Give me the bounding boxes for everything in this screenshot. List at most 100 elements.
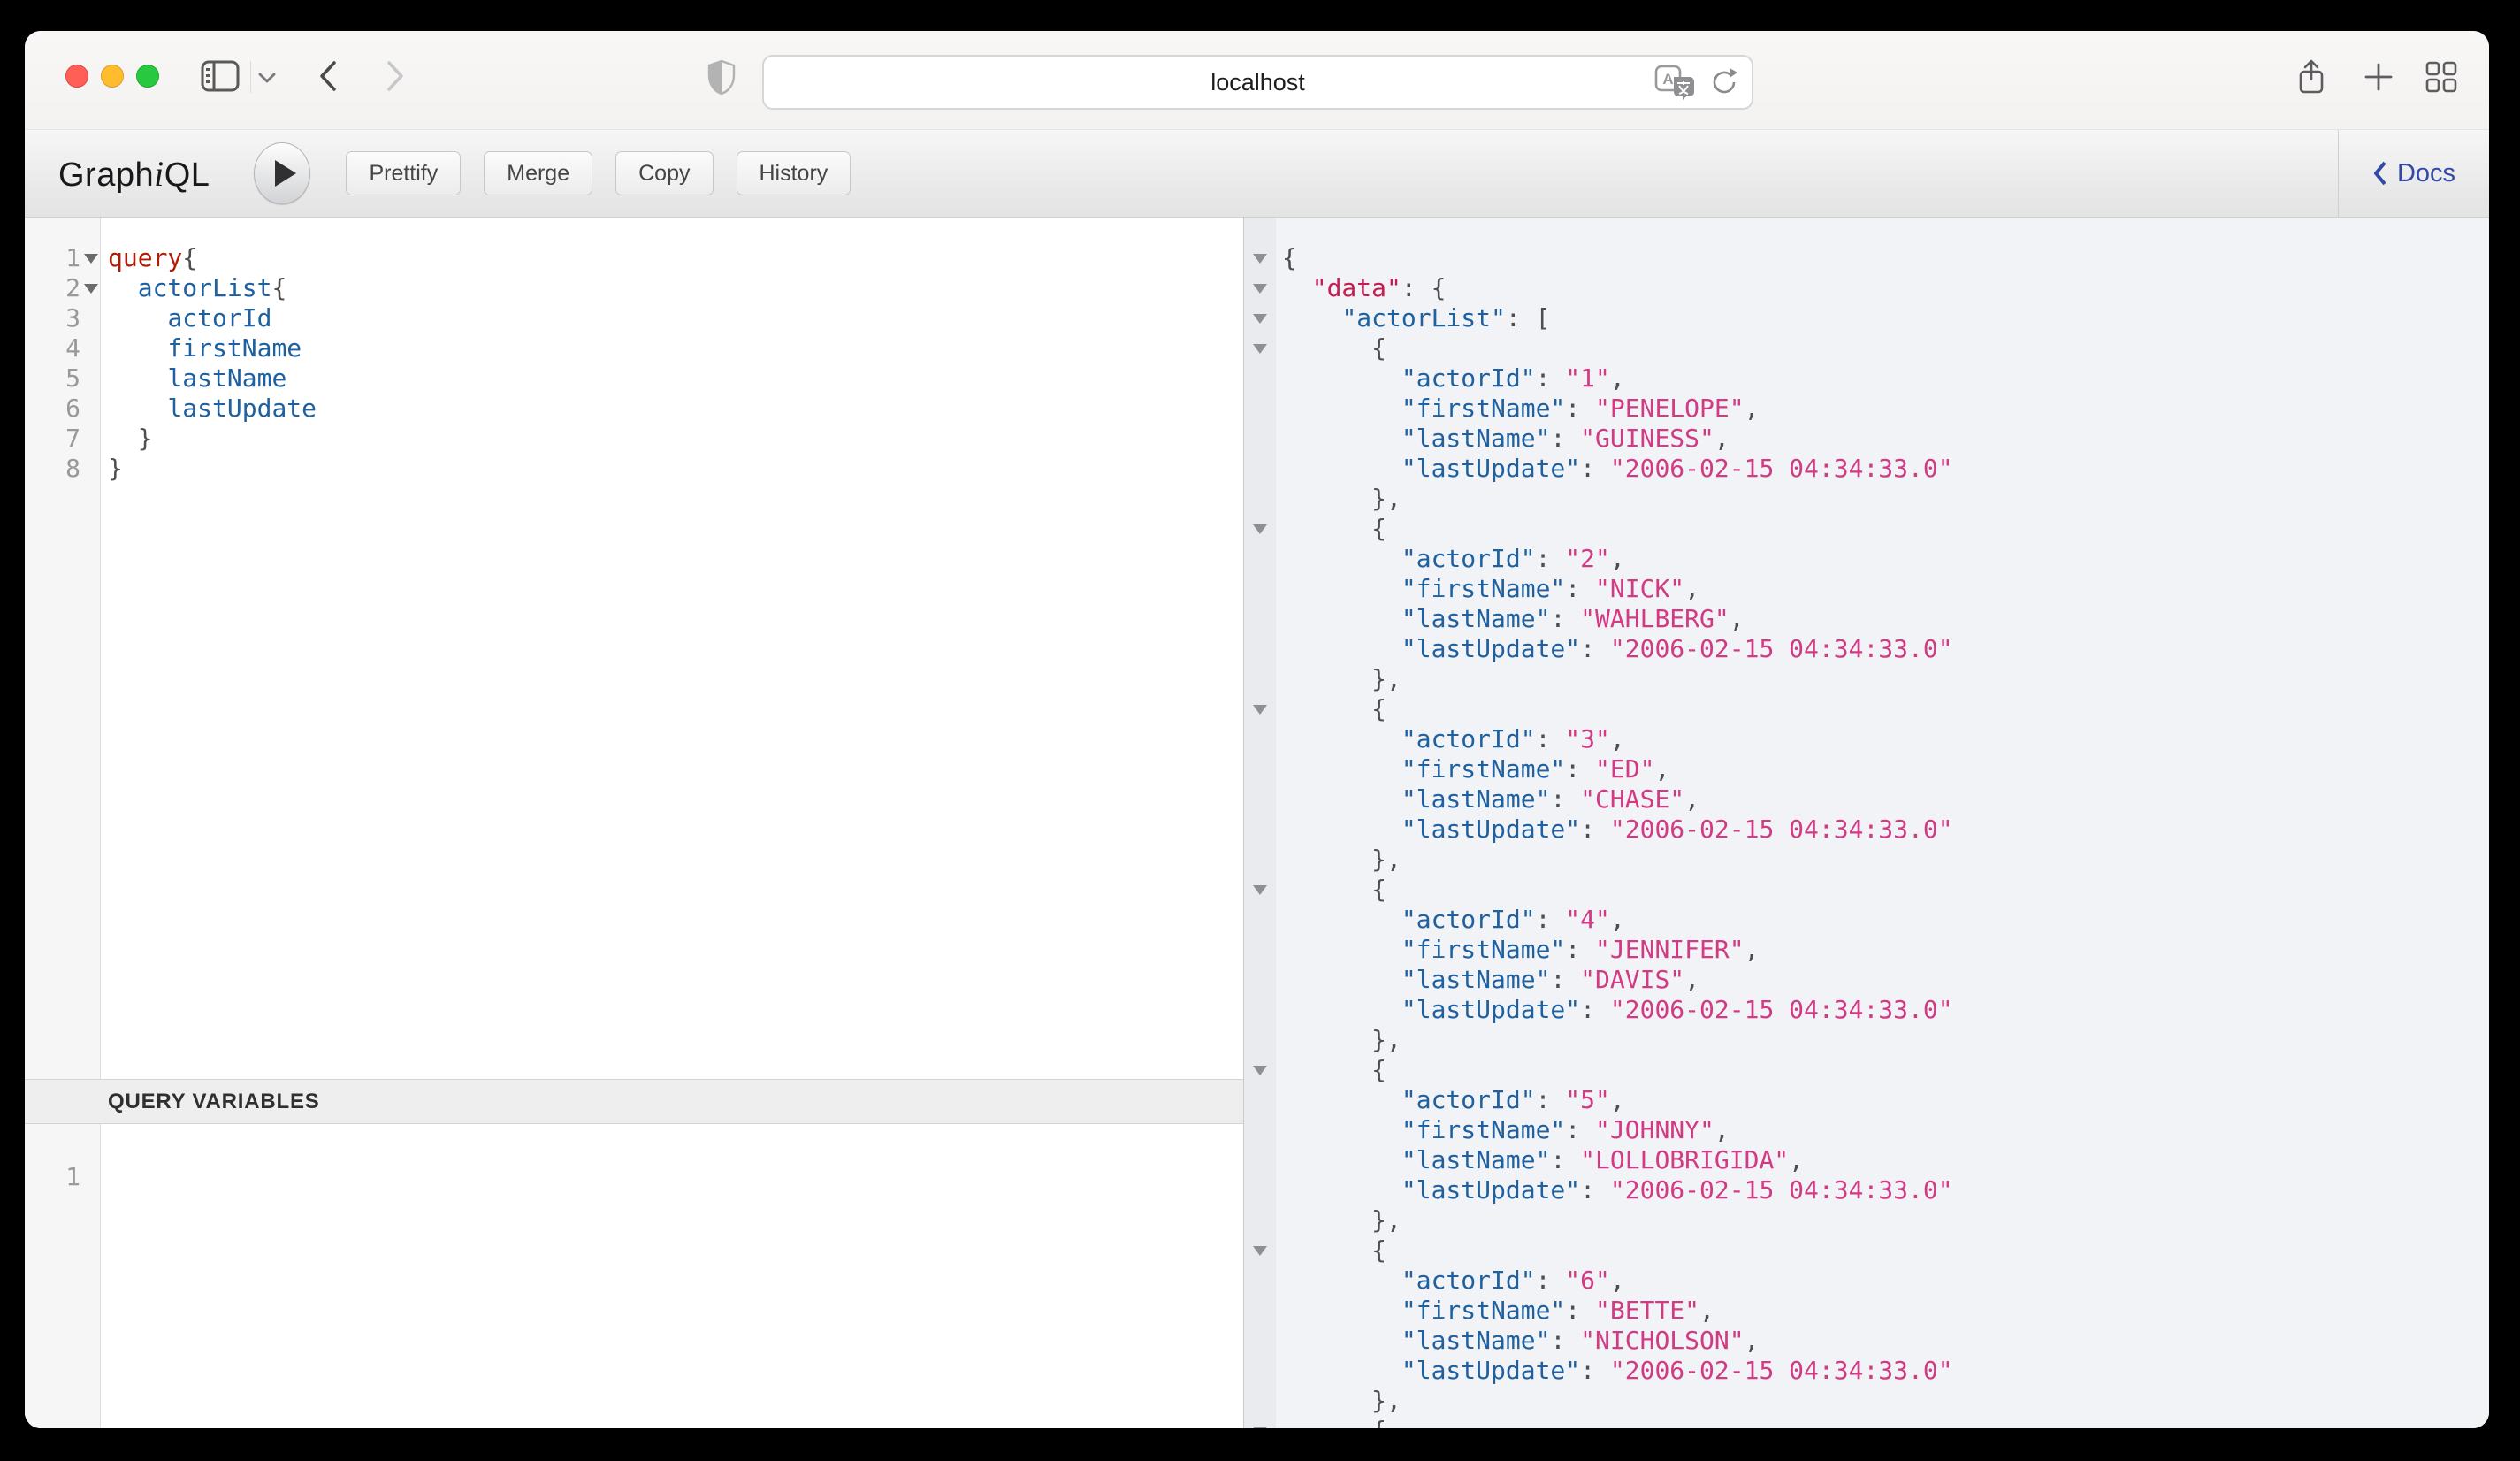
response-line: "actorId": "6", bbox=[1244, 1266, 2489, 1296]
response-line: "lastName": "GUINESS", bbox=[1244, 424, 2489, 454]
response-line: "firstName": "BETTE", bbox=[1244, 1296, 2489, 1326]
response-line: }, bbox=[1244, 1205, 2489, 1235]
line-number: 6 bbox=[25, 394, 80, 424]
prettify-button[interactable]: Prettify bbox=[346, 151, 461, 195]
fold-arrow-icon[interactable] bbox=[1253, 1427, 1267, 1429]
code-line: 3 actorId bbox=[25, 303, 1243, 333]
response-line: { bbox=[1244, 333, 2489, 363]
toolbar-divider bbox=[250, 61, 251, 93]
fold-arrow-icon[interactable] bbox=[1253, 705, 1267, 715]
line-number: 1 bbox=[25, 243, 80, 273]
response-line: "lastUpdate": "2006-02-15 04:34:33.0" bbox=[1244, 815, 2489, 845]
reload-icon[interactable] bbox=[1707, 65, 1741, 100]
share-icon[interactable] bbox=[2294, 57, 2329, 96]
query-variables-header[interactable]: QUERY VARIABLES bbox=[25, 1079, 1243, 1124]
graphiql-content: 1query{2 actorList{3 actorId4 firstName5… bbox=[25, 218, 2489, 1428]
docs-button[interactable]: Docs bbox=[2338, 130, 2489, 217]
line-number: 4 bbox=[25, 333, 80, 363]
code-line: 1query{ bbox=[25, 243, 1243, 273]
line-number: 7 bbox=[25, 424, 80, 454]
response-line: "actorId": "2", bbox=[1244, 544, 2489, 574]
code-line: 4 firstName bbox=[25, 333, 1243, 363]
merge-button[interactable]: Merge bbox=[484, 151, 592, 195]
chevron-left-icon bbox=[2372, 160, 2388, 187]
fold-arrow-icon[interactable] bbox=[1253, 1066, 1267, 1075]
new-tab-icon[interactable] bbox=[2363, 61, 2394, 93]
line-number: 1 bbox=[25, 1162, 80, 1192]
fold-arrow-icon[interactable] bbox=[1253, 524, 1267, 534]
response-line: "lastUpdate": "2006-02-15 04:34:33.0" bbox=[1244, 454, 2489, 484]
response-line: "lastUpdate": "2006-02-15 04:34:33.0" bbox=[1244, 1356, 2489, 1386]
fold-arrow-icon[interactable] bbox=[1253, 254, 1267, 264]
close-window-button[interactable] bbox=[65, 65, 88, 88]
fold-arrow-icon[interactable] bbox=[1253, 1246, 1267, 1256]
variables-editor[interactable]: 1 bbox=[25, 1124, 1243, 1428]
back-button-icon[interactable] bbox=[318, 60, 338, 92]
toolbar-buttons: Prettify Merge Copy History bbox=[346, 151, 851, 195]
tab-group-chevron-icon[interactable] bbox=[258, 73, 276, 84]
screen: { "browser": { "url": "localhost" }, "gr… bbox=[0, 0, 2520, 1461]
response-line: "actorList": [ bbox=[1244, 303, 2489, 333]
response-line: "lastName": "CHASE", bbox=[1244, 784, 2489, 815]
browser-titlebar: localhost A bbox=[25, 31, 2489, 129]
response-line: "lastUpdate": "2006-02-15 04:34:33.0" bbox=[1244, 634, 2489, 664]
response-line: "lastUpdate": "2006-02-15 04:34:33.0" bbox=[1244, 1175, 2489, 1205]
fold-arrow-icon[interactable] bbox=[1253, 885, 1267, 895]
query-editor[interactable]: 1query{2 actorList{3 actorId4 firstName5… bbox=[25, 218, 1243, 1079]
url-text: localhost bbox=[1210, 69, 1305, 96]
graphiql-toolbar: GraphiQL Prettify Merge Copy History Doc… bbox=[25, 129, 2489, 218]
response-line: "lastName": "WAHLBERG", bbox=[1244, 604, 2489, 634]
response-line: { bbox=[1244, 875, 2489, 905]
response-pane: { "data": { "actorList": [ { "actorId": … bbox=[1243, 218, 2489, 1428]
play-icon bbox=[275, 160, 296, 187]
line-number: 5 bbox=[25, 363, 80, 394]
translate-icon[interactable]: A bbox=[1654, 65, 1695, 100]
response-line: "actorId": "4", bbox=[1244, 905, 2489, 935]
docs-label: Docs bbox=[2397, 159, 2455, 188]
svg-text:A: A bbox=[1662, 71, 1673, 88]
execute-button[interactable] bbox=[254, 142, 310, 204]
safari-window: localhost A bbox=[25, 31, 2489, 1428]
response-line: "actorId": "1", bbox=[1244, 363, 2489, 394]
response-line: { bbox=[1244, 1416, 2489, 1428]
logo-text-italic: i bbox=[154, 154, 164, 194]
code-line: 1 bbox=[25, 1162, 1243, 1192]
logo-text: Graph bbox=[58, 157, 154, 194]
code-line: 8} bbox=[25, 454, 1243, 484]
minimize-window-button[interactable] bbox=[101, 65, 124, 88]
response-line: { bbox=[1244, 243, 2489, 273]
response-line: "lastName": "LOLLOBRIGIDA", bbox=[1244, 1145, 2489, 1175]
code-line: 2 actorList{ bbox=[25, 273, 1243, 303]
graphiql-logo: GraphiQL bbox=[58, 153, 210, 195]
history-button[interactable]: History bbox=[737, 151, 851, 195]
query-code: 1query{2 actorList{3 actorId4 firstName5… bbox=[25, 218, 1243, 484]
response-line: }, bbox=[1244, 1025, 2489, 1055]
tab-overview-icon[interactable] bbox=[2425, 60, 2458, 94]
copy-button[interactable]: Copy bbox=[615, 151, 713, 195]
response-line: }, bbox=[1244, 484, 2489, 514]
fold-arrow-icon[interactable] bbox=[1253, 344, 1267, 354]
response-line: "firstName": "NICK", bbox=[1244, 574, 2489, 604]
sidebar-toggle-icon[interactable] bbox=[201, 60, 240, 92]
fold-arrow-icon[interactable] bbox=[84, 284, 98, 294]
logo-text: QL bbox=[164, 157, 210, 194]
privacy-shield-icon[interactable] bbox=[704, 58, 739, 96]
response-line: "actorId": "5", bbox=[1244, 1085, 2489, 1115]
response-line: "lastName": "DAVIS", bbox=[1244, 965, 2489, 995]
code-line: 5 lastName bbox=[25, 363, 1243, 394]
line-number: 3 bbox=[25, 303, 80, 333]
zoom-window-button[interactable] bbox=[136, 65, 159, 88]
forward-button-icon[interactable] bbox=[386, 60, 405, 92]
response-line: "firstName": "JENNIFER", bbox=[1244, 935, 2489, 965]
response-line: }, bbox=[1244, 1386, 2489, 1416]
address-bar[interactable]: localhost A bbox=[762, 55, 1753, 110]
response-line: "actorId": "3", bbox=[1244, 724, 2489, 754]
code-line: 7 } bbox=[25, 424, 1243, 454]
response-line: { bbox=[1244, 514, 2489, 544]
response-line: "firstName": "JOHNNY", bbox=[1244, 1115, 2489, 1145]
response-line: "firstName": "ED", bbox=[1244, 754, 2489, 784]
fold-arrow-icon[interactable] bbox=[1253, 314, 1267, 324]
query-pane: 1query{2 actorList{3 actorId4 firstName5… bbox=[25, 218, 1243, 1428]
fold-arrow-icon[interactable] bbox=[1253, 284, 1267, 294]
fold-arrow-icon[interactable] bbox=[84, 254, 98, 264]
